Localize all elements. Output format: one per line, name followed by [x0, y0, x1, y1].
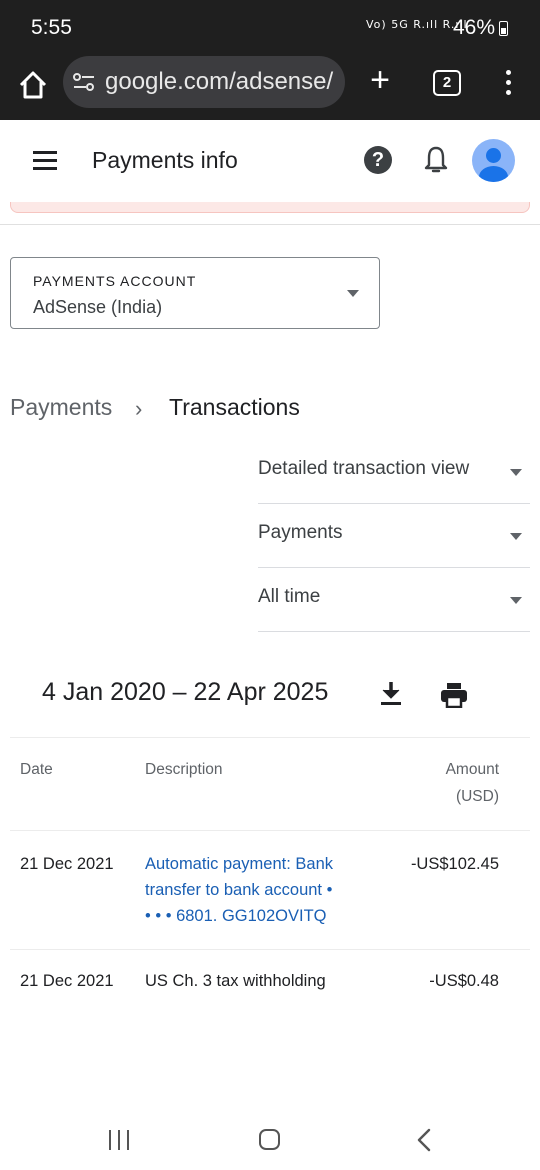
- description-line: transfer to bank account •: [145, 881, 333, 899]
- table-divider: [10, 949, 530, 950]
- row-amount: -US$0.48: [429, 972, 499, 990]
- description-line: • • • 6801. GG102OVITQ: [145, 907, 327, 925]
- column-header-description: Description: [145, 761, 223, 778]
- row-description: US Ch. 3 tax withholding: [145, 972, 326, 990]
- filter-period-select[interactable]: All time: [258, 568, 530, 632]
- app-header: Payments info ?: [0, 120, 540, 202]
- browser-menu-icon[interactable]: [500, 70, 516, 98]
- home-icon[interactable]: [16, 68, 50, 102]
- table-divider: [10, 737, 530, 738]
- dropdown-caret-icon: [510, 597, 522, 604]
- page-title: Payments info: [92, 147, 238, 173]
- breadcrumb-payments-link[interactable]: Payments: [10, 394, 112, 420]
- dropdown-caret-icon: [510, 469, 522, 476]
- row-description-link[interactable]: Automatic payment: Bank transfer to bank…: [145, 851, 385, 929]
- avatar[interactable]: [472, 139, 515, 182]
- column-header-amount-unit: (USD): [455, 788, 499, 805]
- payments-account-select[interactable]: PAYMENTS ACCOUNT AdSense (India): [10, 257, 380, 329]
- back-icon[interactable]: [413, 1127, 435, 1153]
- filter-type-select[interactable]: Payments: [258, 504, 530, 568]
- row-date: 21 Dec 2021: [20, 972, 114, 990]
- filter-label: All time: [258, 586, 321, 607]
- battery-percent: 46%: [453, 16, 496, 39]
- system-nav-bar: [0, 1110, 540, 1170]
- alert-banner: [10, 202, 530, 213]
- print-icon[interactable]: [440, 682, 468, 709]
- recent-apps-icon[interactable]: [108, 1130, 132, 1150]
- filter-label: Detailed transaction view: [258, 458, 470, 479]
- help-icon[interactable]: ?: [364, 146, 392, 174]
- status-bar: 5:55 Vo) 5G R.ıll R.ıll 46%: [0, 0, 540, 56]
- tab-switcher-button[interactable]: 2: [433, 70, 461, 96]
- table-divider: [10, 830, 530, 831]
- dropdown-caret-icon: [347, 290, 359, 297]
- url-text[interactable]: google.com/adsense/: [105, 68, 339, 96]
- column-header-amount: Amount: [445, 761, 499, 778]
- filter-label: Payments: [258, 522, 343, 543]
- notification-bell-icon[interactable]: [423, 145, 449, 175]
- payments-account-value: AdSense (India): [33, 297, 163, 317]
- description-line: Automatic payment: Bank: [145, 855, 334, 873]
- hamburger-menu-icon[interactable]: [33, 151, 57, 171]
- download-icon[interactable]: [379, 680, 403, 708]
- status-time: 5:55: [31, 16, 72, 39]
- date-range-title: 4 Jan 2020 – 22 Apr 2025: [42, 678, 329, 706]
- filter-view-select[interactable]: Detailed transaction view: [258, 440, 530, 504]
- site-settings-icon[interactable]: [73, 72, 95, 92]
- battery-icon: [499, 21, 508, 36]
- new-tab-button[interactable]: +: [366, 63, 394, 97]
- column-header-date: Date: [20, 761, 53, 778]
- payments-account-label: PAYMENTS ACCOUNT: [33, 273, 197, 289]
- chevron-right-icon: ›: [135, 396, 143, 421]
- home-nav-icon[interactable]: [259, 1129, 280, 1150]
- row-date: 21 Dec 2021: [20, 855, 114, 873]
- breadcrumb: Payments › Transactions: [10, 394, 300, 421]
- address-bar[interactable]: google.com/adsense/: [63, 56, 345, 108]
- browser-toolbar: google.com/adsense/ + 2: [0, 56, 540, 120]
- row-amount: -US$102.45: [410, 855, 499, 873]
- dropdown-caret-icon: [510, 533, 522, 540]
- breadcrumb-current: Transactions: [169, 394, 300, 420]
- header-divider: [0, 224, 540, 225]
